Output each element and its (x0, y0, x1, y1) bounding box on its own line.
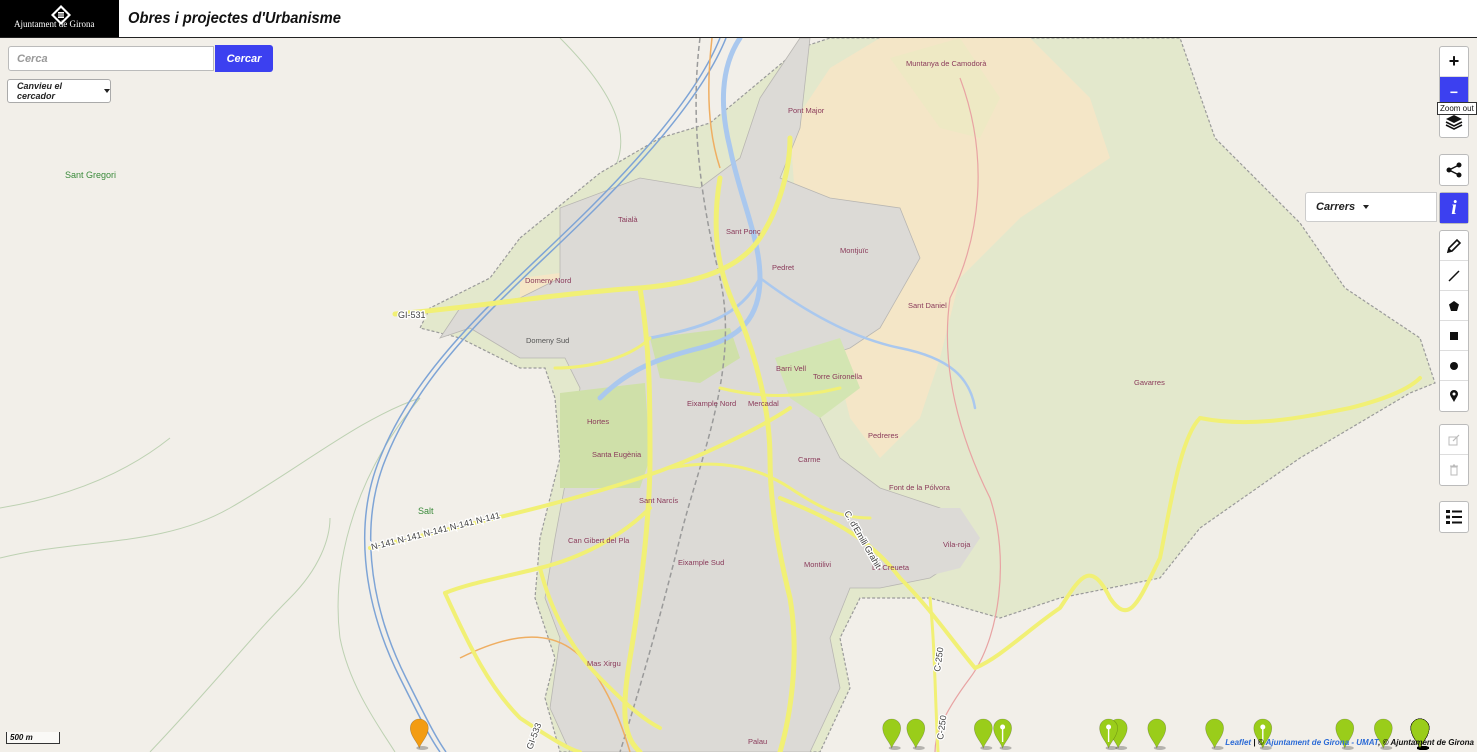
place-label: Font de la Pólvora (889, 483, 951, 492)
search-type-label: Canvieu el cercador (17, 81, 63, 101)
edit-icon (1448, 434, 1460, 445)
draw-circle-button[interactable] (1440, 351, 1468, 381)
place-label: Santa Eugènia (592, 450, 642, 459)
draw-pencil-button[interactable] (1440, 231, 1468, 261)
place-label: Mas Xirgu (587, 659, 621, 668)
layer-dropdown-label: Carrers (1316, 201, 1356, 213)
zoom-controls: + − (1439, 46, 1469, 138)
delete-layers-button[interactable] (1440, 455, 1468, 485)
leaflet-link[interactable]: Leaflet (1225, 738, 1251, 747)
draw-toolbar (1439, 230, 1469, 412)
caret-down-icon (104, 89, 110, 93)
zoom-in-button[interactable]: + (1440, 47, 1468, 77)
draw-rectangle-button[interactable] (1440, 321, 1468, 351)
legend-icon (1446, 510, 1462, 524)
place-label: Carme (798, 455, 821, 464)
place-label: Torre Gironella (813, 372, 863, 381)
info-button[interactable]: i (1440, 193, 1468, 223)
legend-button[interactable] (1440, 502, 1468, 532)
plus-icon: + (1448, 51, 1460, 71)
place-label: Montilivi (804, 560, 831, 569)
scale-bar: 500 m (6, 732, 60, 744)
place-label: Can Gibert del Pla (568, 536, 630, 545)
polyline-icon (1448, 269, 1460, 282)
place-label: Mercadal (748, 399, 779, 408)
edit-layers-button[interactable] (1440, 425, 1468, 455)
place-label: Sant Narcís (639, 496, 678, 505)
place-label: Pedret (772, 263, 795, 272)
layers-icon (1445, 115, 1463, 130)
hortes-green (560, 383, 650, 488)
info-icon: i (1451, 196, 1457, 219)
place-label: Eixample Nord (687, 399, 736, 408)
place-label: Domeny Nord (525, 276, 571, 285)
place-label: Gavarres (1134, 378, 1165, 387)
place-label: Pont Major (788, 106, 825, 115)
layer-dropdown[interactable]: Carrers (1305, 192, 1437, 222)
place-label: Vila-roja (943, 540, 971, 549)
place-label: Sant Ponç (726, 227, 761, 236)
zoom-out-tooltip: Zoom out (1437, 102, 1477, 115)
caret-down-icon (1363, 205, 1370, 209)
place-label: Sant Gregori (65, 170, 116, 180)
draw-marker-button[interactable] (1440, 381, 1468, 411)
search-type-dropdown[interactable]: Canvieu el cercador (7, 79, 111, 103)
umat-link[interactable]: Ajuntament de Girona - UMAT (1266, 738, 1379, 747)
share-control (1439, 154, 1469, 186)
polygon-icon (1449, 300, 1459, 311)
trash-icon (1450, 464, 1458, 476)
attribution-owner: , © Ajuntament de Girona (1378, 738, 1474, 747)
edit-toolbar (1439, 424, 1469, 486)
map-canvas[interactable]: Muntanya de Camodorà Pont Major Sant Grego… (0, 38, 1477, 752)
app-header: Ajuntament de Girona Obres i projectes d… (0, 0, 1477, 38)
minus-icon: − (1449, 83, 1459, 100)
place-label: Hortes (587, 417, 609, 426)
rectangle-icon (1450, 331, 1458, 340)
city-logo[interactable]: Ajuntament de Girona (0, 0, 119, 37)
draw-polygon-button[interactable] (1440, 291, 1468, 321)
place-label: Palau (748, 737, 767, 746)
place-label: Montjuïc (840, 246, 869, 255)
search-button[interactable]: Cercar (215, 45, 273, 72)
logo-text: Ajuntament de Girona (14, 19, 95, 29)
share-icon (1446, 162, 1462, 178)
marker-icon (1450, 390, 1458, 402)
place-label: Muntanya de Camodorà (906, 59, 987, 68)
place-label: Salt (418, 506, 434, 516)
draw-polyline-button[interactable] (1440, 261, 1468, 291)
map-attribution: Leaflet | © Ajuntament de Girona - UMAT,… (1225, 738, 1474, 747)
place-label: Eixample Sud (678, 558, 724, 567)
search-input[interactable] (8, 46, 214, 71)
circle-icon (1450, 361, 1458, 370)
place-label: Pedreres (868, 431, 899, 440)
legend-control (1439, 501, 1469, 533)
pencil-icon (1446, 238, 1462, 253)
page-title: Obres i projectes d'Urbanisme (128, 10, 341, 27)
place-label: Barri Vell (776, 364, 806, 373)
road-label: GI-531 (398, 310, 426, 320)
place-label: Taialà (618, 215, 638, 224)
place-label: Domeny Sud (526, 336, 569, 345)
place-label: Sant Daniel (908, 301, 947, 310)
share-button[interactable] (1440, 155, 1468, 185)
info-control: i (1439, 192, 1469, 224)
attribution-sep: | © (1251, 738, 1266, 747)
